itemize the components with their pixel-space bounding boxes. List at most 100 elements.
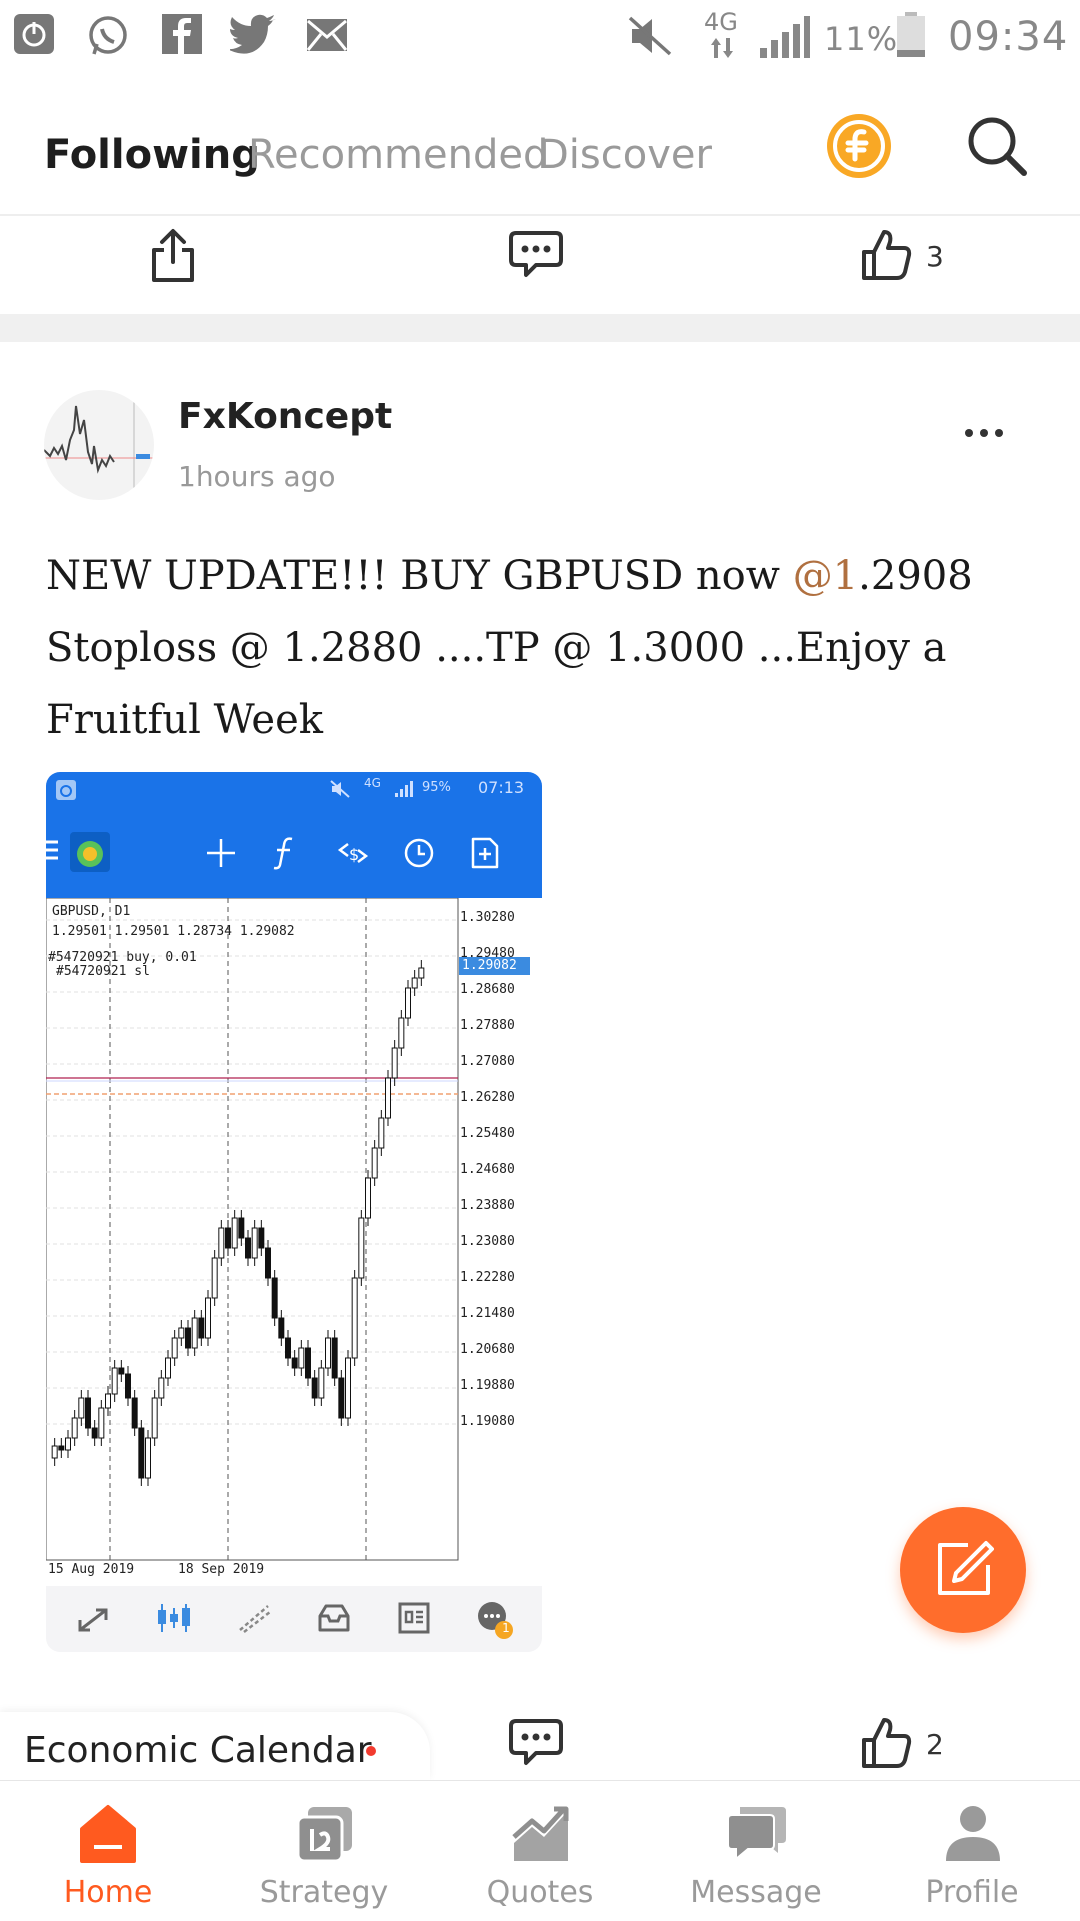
whatsapp-icon: [86, 14, 130, 58]
candle-body: [338, 1377, 345, 1419]
candle-body: [271, 1277, 278, 1319]
y-tick: 1.27880: [460, 1018, 515, 1033]
quotes-icon: [512, 1806, 569, 1861]
image-menu-icon: [46, 840, 58, 860]
comment-icon[interactable]: [508, 230, 564, 280]
nav-message[interactable]: Message: [648, 1781, 864, 1921]
candle-body: [98, 1407, 105, 1439]
y-tick: 1.24680: [460, 1162, 515, 1177]
mention-link[interactable]: @1: [793, 553, 858, 599]
candle-body: [178, 1327, 185, 1339]
facebook-icon: [162, 14, 202, 54]
candle-body: [105, 1393, 111, 1409]
post-author[interactable]: FxKoncept: [178, 396, 392, 437]
share-icon[interactable]: [148, 228, 198, 284]
image-scale-icon: [78, 1608, 108, 1632]
svg-text:$: $: [349, 845, 359, 864]
candle-body: [78, 1397, 85, 1419]
image-chat-badge: 1: [502, 1621, 510, 1635]
comment-icon[interactable]: [508, 1718, 564, 1768]
y-tick: 1.27080: [460, 1054, 515, 1069]
candle-body: [371, 1147, 378, 1179]
image-candles-icon: [158, 1604, 190, 1632]
nav-strategy-label: Strategy: [259, 1875, 389, 1910]
tab-discover[interactable]: Discover: [538, 132, 712, 178]
candle-body: [311, 1377, 318, 1399]
candle-body: [278, 1317, 285, 1339]
nav-strategy[interactable]: Strategy: [216, 1781, 432, 1921]
candle-body: [91, 1427, 98, 1439]
candle-body: [258, 1227, 265, 1249]
candle-body: [211, 1257, 218, 1299]
image-line-chart-icon: [239, 1605, 271, 1633]
image-status-bar: 4G 95% 07:13: [46, 772, 542, 808]
image-indicator-icon: [273, 837, 293, 870]
candle-body: [205, 1297, 211, 1339]
candle-body: [411, 977, 418, 989]
candle-body: [378, 1117, 385, 1149]
image-mute-icon: [330, 780, 350, 798]
avatar[interactable]: [44, 390, 154, 500]
candle-body: [358, 1217, 365, 1279]
notification-dot: [366, 1746, 376, 1756]
candle-body: [198, 1317, 205, 1339]
clock: 09:34: [948, 14, 1069, 60]
image-app-logo-icon: [70, 832, 110, 872]
image-news-icon: [398, 1602, 430, 1634]
strategy-icon: [296, 1807, 352, 1863]
y-tick: 1.23080: [460, 1234, 515, 1249]
nav-quotes[interactable]: Quotes: [432, 1781, 648, 1921]
search-icon[interactable]: [966, 115, 1028, 177]
nav-message-label: Message: [690, 1875, 822, 1910]
image-trade-icon: $: [337, 843, 369, 864]
post-separator: [0, 314, 1080, 342]
candle-body: [58, 1445, 65, 1451]
image-network: 4G: [364, 776, 381, 790]
post-time: 1hours ago: [178, 460, 336, 493]
coin-icon[interactable]: [826, 113, 892, 179]
image-symbol-line: GBPUSD, D1: [52, 904, 131, 919]
image-battery: 95%: [422, 780, 451, 795]
y-tick: 1.26280: [460, 1090, 515, 1105]
candle-body: [285, 1337, 291, 1359]
candle-body: [351, 1277, 358, 1359]
home-icon: [80, 1805, 136, 1863]
like-icon[interactable]: [860, 228, 914, 282]
y-tick: 1.30280: [460, 910, 515, 925]
compose-button[interactable]: [900, 1507, 1026, 1633]
image-order-line: #54720921 buy, 0.01: [48, 950, 197, 965]
nav-profile[interactable]: Profile: [864, 1781, 1080, 1921]
candle-body: [405, 987, 411, 1019]
candle-body: [71, 1417, 78, 1439]
candle-body: [398, 1017, 405, 1049]
tab-recommended[interactable]: Recommended: [248, 132, 548, 178]
candle-body: [365, 1177, 371, 1219]
like-count: 2: [926, 1728, 944, 1761]
candle-body: [65, 1437, 71, 1451]
y-tick: 1.21480: [460, 1306, 515, 1321]
candle-body: [85, 1397, 91, 1429]
image-bottom-toolbar: 1: [46, 1586, 542, 1652]
like-count: 3: [926, 240, 944, 273]
twitter-icon: [230, 14, 278, 54]
bottom-nav: Home Strategy Quotes Message Profile: [0, 1780, 1080, 1921]
candle-body: [418, 967, 425, 979]
y-tick: 1.28680: [460, 982, 515, 997]
candle-body: [151, 1397, 158, 1439]
nav-profile-label: Profile: [925, 1875, 1019, 1910]
y-tick: 1.19080: [460, 1414, 515, 1429]
economic-calendar-button[interactable]: Economic Calendar: [0, 1712, 430, 1780]
nav-home[interactable]: Home: [0, 1781, 216, 1921]
y-tick: 1.22280: [460, 1270, 515, 1285]
profile-icon: [946, 1806, 1000, 1861]
header-divider: [0, 214, 1080, 216]
image-clock: 07:13: [478, 778, 525, 797]
y-tick: 1.29480: [460, 946, 515, 961]
y-tick: 1.25480: [460, 1126, 515, 1141]
candle-body: [51, 1445, 58, 1459]
like-icon[interactable]: [860, 1716, 914, 1770]
more-icon[interactable]: [964, 426, 1004, 440]
tab-following[interactable]: Following: [44, 132, 260, 178]
post-image[interactable]: 4G 95% 07:13 $ GBPUSD, D1 1.29501 1.2950…: [46, 772, 542, 1652]
y-tick: 1.19880: [460, 1378, 515, 1393]
